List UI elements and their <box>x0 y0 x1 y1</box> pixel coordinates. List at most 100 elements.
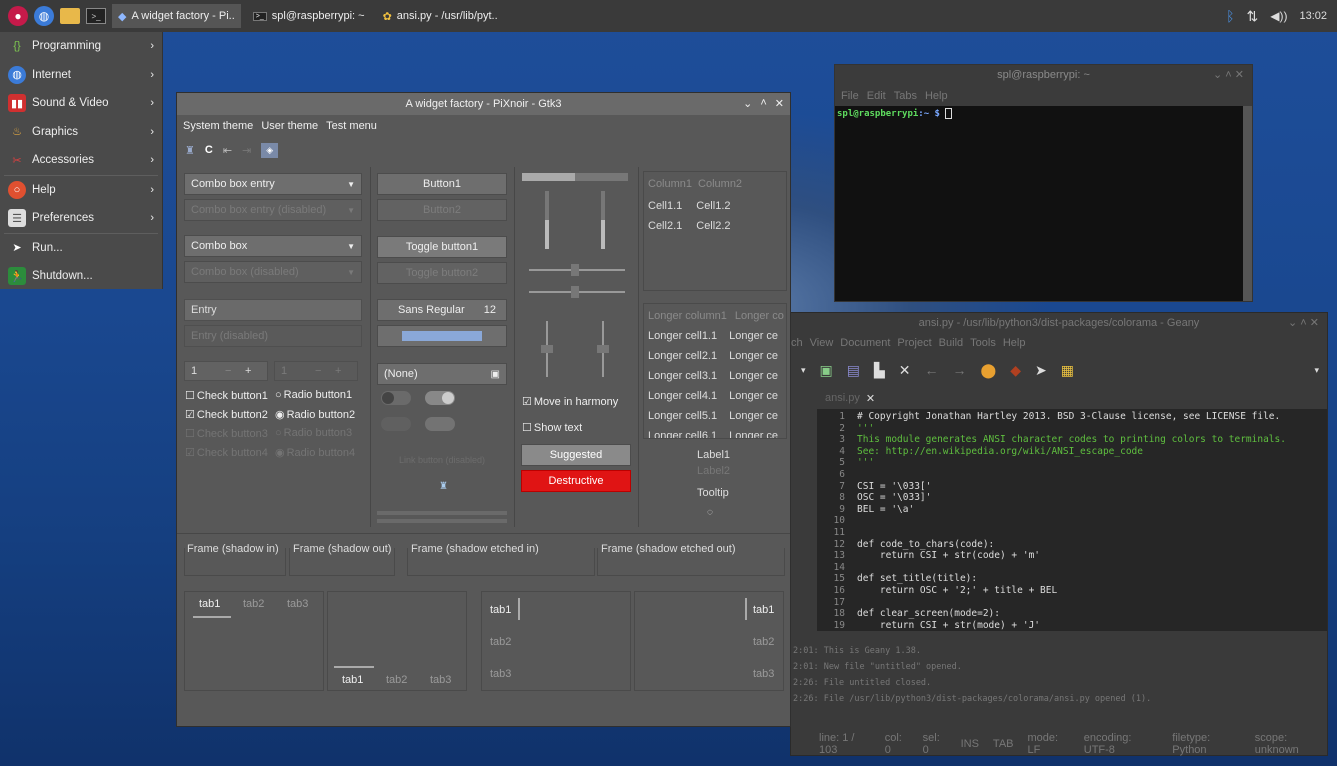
vertical-slider-1[interactable] <box>545 191 549 249</box>
font-button[interactable]: Sans Regular 12 <box>377 299 507 321</box>
menu-item-graphics[interactable]: ♨ Graphics › <box>0 118 162 147</box>
menu-project[interactable]: Project <box>897 337 931 349</box>
menu-item-help[interactable]: ○ Help › <box>0 176 162 205</box>
tab-3[interactable]: tab3 <box>753 668 774 680</box>
tab-ansi-py[interactable]: ansi.py <box>817 392 860 404</box>
code-editor[interactable]: 1 # Copyright Jonathan Hartley 2013. BSD … <box>817 409 1327 631</box>
window-controls[interactable]: ⌄ ˄ ✕ <box>1213 65 1244 86</box>
menu-item-programming[interactable]: {} Programming › <box>0 32 162 61</box>
vertical-slider-2[interactable] <box>601 191 605 249</box>
color-chooser-icon[interactable]: ▦ <box>1061 362 1074 379</box>
save-all-icon[interactable]: ▤ <box>847 362 860 379</box>
menu-item-internet[interactable]: ◍ Internet › <box>0 61 162 90</box>
menu-build[interactable]: Build <box>939 337 963 349</box>
tab-close-icon[interactable]: ✕ <box>866 392 875 405</box>
tree-row[interactable]: Cell1.1 Cell1.2 <box>648 200 731 212</box>
run-icon[interactable]: ➤ <box>1035 362 1047 379</box>
vertical-scale-2[interactable] <box>597 321 609 377</box>
horizontal-scale-1[interactable] <box>529 264 625 276</box>
task-widget-factory[interactable]: ◆ A widget factory - Pi.. <box>112 4 241 28</box>
tree-row[interactable]: Longer cell5.1 Longer ce <box>648 410 778 422</box>
toggle-button-1[interactable]: Toggle button1 <box>377 236 507 258</box>
menu-search[interactable]: ch <box>791 337 803 349</box>
radio-button-2[interactable]: ◉ Radio button2 <box>275 408 355 422</box>
suggested-button[interactable]: Suggested <box>521 444 631 466</box>
menu-help[interactable]: Help <box>925 90 948 102</box>
task-geany[interactable]: ✿ ansi.py - /usr/lib/pyt.. <box>377 4 504 28</box>
tree-row[interactable]: Longer cell1.1 Longer ce <box>648 330 778 342</box>
folder-icon[interactable] <box>60 8 80 24</box>
tree-row[interactable]: Longer cell4.1 Longer ce <box>648 390 778 402</box>
tab-2[interactable]: tab2 <box>243 598 264 610</box>
bluetooth-icon[interactable]: ᛒ <box>1226 8 1234 24</box>
tab-3[interactable]: tab3 <box>430 674 451 686</box>
check-button-2[interactable]: ☑ Check button2 <box>185 408 268 422</box>
tab-1[interactable]: tab1 <box>753 604 774 616</box>
file-chooser-button[interactable]: (None) ▣ <box>377 363 507 385</box>
switch-on[interactable] <box>425 391 455 405</box>
forward-icon[interactable]: → <box>953 362 967 378</box>
color-button[interactable] <box>377 325 507 347</box>
column-header[interactable]: Longer co <box>735 310 784 322</box>
save-icon[interactable]: ▣ <box>820 362 833 379</box>
switch-off[interactable] <box>381 391 411 405</box>
menu-system-theme[interactable]: System theme <box>183 120 253 132</box>
menu-item-sound-video[interactable]: ▮▮ Sound & Video › <box>0 89 162 118</box>
tree-row[interactable]: Cell2.1 Cell2.2 <box>648 220 731 232</box>
build-icon[interactable]: ◆ <box>1010 362 1021 379</box>
combo-box-entry[interactable]: Combo box entry ▼ <box>184 173 362 195</box>
menu-edit[interactable]: Edit <box>867 90 886 102</box>
tree-view-2[interactable]: Longer column1 Longer co Longer cell1.1 L… <box>643 303 787 439</box>
horizontal-scale-2[interactable] <box>529 286 625 298</box>
window-controls[interactable]: ⌄ ˄ ✕ <box>1288 313 1319 333</box>
tab-3[interactable]: tab3 <box>490 668 511 680</box>
compile-icon[interactable]: ⬤ <box>981 362 997 379</box>
maximize-icon[interactable]: ˄ <box>760 97 766 110</box>
tooltip-label[interactable]: Tooltip <box>697 487 729 499</box>
network-icon[interactable]: ⇅ <box>1247 8 1259 25</box>
globe-icon[interactable]: ◍ <box>34 6 54 26</box>
tab-2[interactable]: tab2 <box>490 636 511 648</box>
menu-item-preferences[interactable]: ☰ Preferences › <box>0 204 162 233</box>
column-header[interactable]: Column1 <box>648 178 692 190</box>
close-icon[interactable]: ✕ <box>775 97 784 110</box>
goto-first-icon[interactable]: ⇤ <box>223 144 232 157</box>
tree-row[interactable]: Longer cell6.1 Longer ce <box>648 430 778 438</box>
raspberry-menu-icon[interactable]: ● <box>8 6 28 26</box>
menu-file[interactable]: File <box>841 90 859 102</box>
tab-1[interactable]: tab1 <box>199 598 220 610</box>
theme-toggle-icon[interactable]: ◈ <box>261 142 279 158</box>
tree-row[interactable]: Longer cell2.1 Longer ce <box>648 350 778 362</box>
terminal-output[interactable]: spl@raspberrypi:~ $ <box>835 106 1252 121</box>
check-show-text[interactable]: ☐ Show text <box>522 421 582 435</box>
menu-user-theme[interactable]: User theme <box>261 120 318 132</box>
check-button-1[interactable]: ☐ Check button1 <box>185 389 268 403</box>
radio-button-1[interactable]: ○ Radio button1 <box>275 389 352 401</box>
menu-item-accessories[interactable]: ✂ Accessories › <box>0 146 162 175</box>
refresh-icon[interactable]: C <box>205 144 213 156</box>
tab-1[interactable]: tab1 <box>342 674 363 686</box>
menu-document[interactable]: Document <box>840 337 890 349</box>
goto-last-icon[interactable]: ⇥ <box>242 144 251 157</box>
menu-view[interactable]: View <box>810 337 834 349</box>
dropdown-icon[interactable]: ▾ <box>801 365 806 376</box>
minimize-icon[interactable]: ⌄ <box>743 97 752 110</box>
tab-3[interactable]: tab3 <box>287 598 308 610</box>
check-move-in-harmony[interactable]: ☑ Move in harmony <box>522 395 618 409</box>
terminal-scrollbar[interactable] <box>1243 106 1252 301</box>
menu-item-run[interactable]: ➤ Run... <box>0 234 162 263</box>
combo-box[interactable]: Combo box ▼ <box>184 235 362 257</box>
terminal-launch-icon[interactable]: >_ <box>86 8 106 24</box>
menu-tabs[interactable]: Tabs <box>894 90 917 102</box>
column-header[interactable]: Column2 <box>698 178 742 190</box>
back-icon[interactable]: ← <box>925 362 939 378</box>
revert-icon[interactable]: ▙ <box>874 362 885 379</box>
bug-icon[interactable]: ♜ <box>185 144 195 157</box>
entry-field[interactable]: Entry <box>184 299 362 321</box>
close-icon[interactable]: ✕ <box>899 362 911 379</box>
tree-view-1[interactable]: Column1 Column2 Cell1.1 Cell1.2 Cell2.1 Cel… <box>643 171 787 291</box>
menu-tools[interactable]: Tools <box>970 337 996 349</box>
plus-icon[interactable]: + <box>245 365 251 377</box>
vertical-scale-1[interactable] <box>541 321 553 377</box>
volume-icon[interactable]: ◀)) <box>1270 9 1287 23</box>
